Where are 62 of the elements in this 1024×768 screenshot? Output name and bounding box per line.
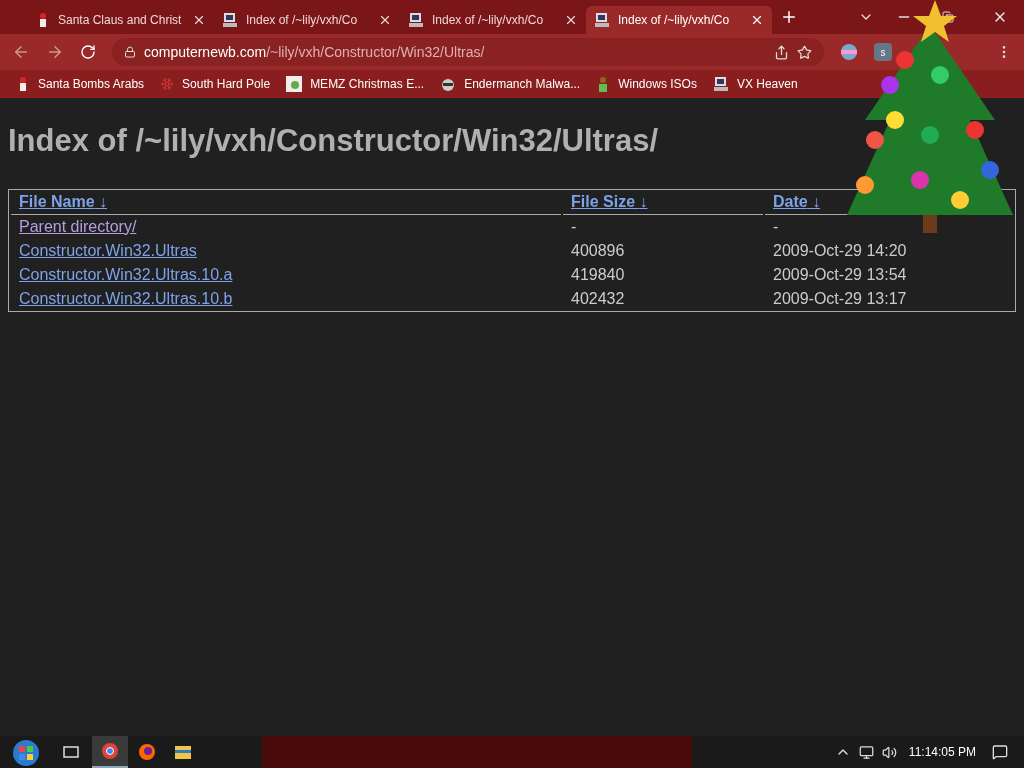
table-cell-text: 400896 [570, 240, 626, 261]
close-icon[interactable] [192, 13, 206, 27]
close-icon[interactable] [564, 13, 578, 27]
file-link[interactable]: Parent directory/ [19, 217, 137, 235]
table-cell-text: 402432 [570, 288, 626, 309]
clock[interactable]: 11:14:05 PM [908, 743, 976, 761]
star-icon[interactable] [797, 44, 812, 60]
close-icon[interactable] [750, 13, 764, 27]
url-text: computernewb.com/~lily/vxh/Constructor/Win32/Ultras/ [144, 42, 486, 62]
file-link[interactable]: Constructor.Win32.Ultras.10.a [19, 265, 233, 283]
bookmark-item[interactable]: MEMZ Christmas E... [286, 75, 425, 93]
browser-tab[interactable]: Santa Claus and Christ [28, 6, 214, 34]
page-heading: Index of /~lily/vxh/Constructor/Win32/Ultras/ [8, 122, 659, 160]
extension-icon[interactable] [840, 43, 858, 61]
folder-icon[interactable] [174, 744, 192, 760]
address-bar[interactable]: computernewb.com/~lily/vxh/Constructor/Win32/Ultras/ [112, 38, 824, 66]
table-cell-text: 2009-Oct-29 14:20 [772, 240, 908, 261]
tab-title: Index of /~lily/vxh/Co [432, 12, 545, 29]
share-icon[interactable] [774, 44, 789, 60]
table-cell-text: 419840 [570, 264, 626, 285]
forward-icon[interactable] [46, 43, 64, 61]
tab-title: Index of /~lily/vxh/Co [246, 12, 359, 29]
browser-tab[interactable]: Index of /~lily/vxh/Co [586, 6, 772, 34]
snowflake-icon [160, 77, 175, 91]
lock-icon [124, 46, 136, 58]
browser-icon [101, 742, 119, 760]
bookmark-item[interactable]: Windows ISOs [596, 75, 697, 93]
volume-icon[interactable] [881, 744, 897, 760]
computer-icon [408, 12, 424, 28]
computer-icon [712, 76, 729, 92]
bookmark-item[interactable]: Endermanch Malwa... [440, 75, 581, 93]
reload-icon[interactable] [80, 44, 96, 60]
bookmark-item[interactable]: South Hard Pole [160, 75, 271, 93]
extension-button[interactable]: s [874, 43, 892, 61]
table-cell-text: - [772, 216, 780, 237]
bookmark-item[interactable]: Santa Bombs Arabs [16, 75, 145, 93]
browser-tab[interactable]: Index of /~lily/vxh/Co [214, 6, 400, 34]
computer-icon [594, 12, 610, 28]
new-tab-icon[interactable] [780, 8, 798, 26]
task-view-icon[interactable] [62, 744, 80, 760]
table-cell-text: 2009-Oct-29 13:17 [772, 288, 908, 309]
file-link[interactable]: Constructor.Win32.Ultras.10.b [19, 289, 233, 307]
notifications-icon[interactable] [992, 744, 1008, 760]
close-icon[interactable] [378, 13, 392, 27]
tab-title: Index of /~lily/vxh/Co [618, 12, 731, 29]
image-icon [286, 76, 303, 92]
tab-title: Santa Claus and Christ [58, 12, 183, 29]
network-icon[interactable] [858, 744, 874, 760]
back-icon[interactable] [12, 43, 30, 61]
taskbar-app[interactable] [92, 736, 128, 768]
file-link[interactable]: Constructor.Win32.Ultras [19, 241, 197, 259]
browser-icon[interactable] [138, 743, 156, 761]
column-header-link[interactable]: Date ↓ [773, 192, 821, 210]
browser-tab[interactable]: Index of /~lily/vxh/Co [400, 6, 586, 34]
table-cell-text: 2009-Oct-29 13:54 [772, 264, 908, 285]
bookmark-item[interactable]: VX Heaven [712, 75, 798, 93]
restore-icon[interactable] [942, 11, 954, 23]
column-header-link[interactable]: File Size ↓ [571, 192, 648, 210]
computer-icon [222, 12, 238, 28]
column-header-link[interactable]: File Name ↓ [19, 192, 108, 210]
table-cell-text: - [570, 216, 578, 237]
start-icon[interactable] [10, 737, 42, 767]
